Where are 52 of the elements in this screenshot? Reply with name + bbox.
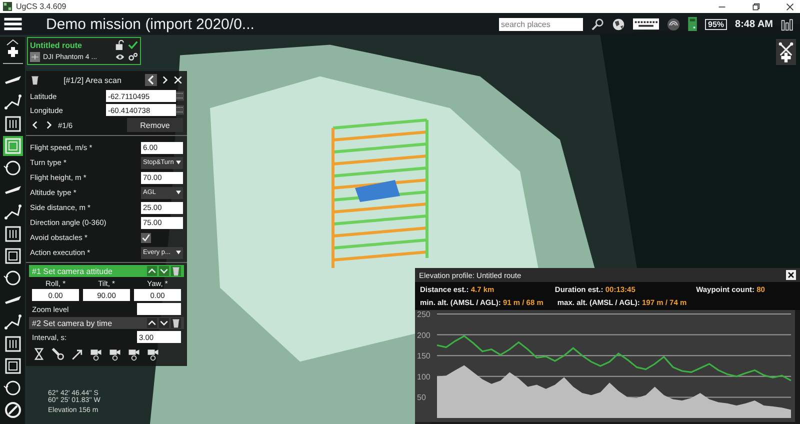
action-header[interactable]: #2 Set camera by time — [29, 317, 184, 329]
close-icon[interactable] — [786, 270, 796, 280]
remove-button[interactable]: Remove — [127, 118, 183, 132]
keyboard-icon[interactable] — [633, 18, 659, 30]
move-up-icon[interactable] — [147, 318, 157, 328]
arrow-up-right-icon[interactable] — [70, 347, 84, 361]
path-icon[interactable] — [2, 312, 22, 332]
search-field[interactable]: search places — [499, 18, 583, 30]
battery-indicator: 95% — [705, 18, 728, 30]
gears-icon[interactable] — [128, 52, 138, 62]
close-icon[interactable] — [786, 2, 794, 10]
chevron-left-icon[interactable] — [145, 74, 157, 86]
hourglass-icon[interactable] — [32, 347, 46, 361]
eye-icon[interactable] — [115, 52, 125, 62]
param-field[interactable] — [137, 303, 181, 315]
chevron-right-icon[interactable] — [160, 75, 170, 85]
circle-icon[interactable] — [2, 158, 22, 178]
unit-toggle-icon[interactable] — [176, 104, 184, 116]
area-scan-icon[interactable] — [2, 136, 22, 156]
add-drone-icon[interactable] — [776, 39, 796, 65]
caret-icon — [176, 250, 181, 255]
trash-icon[interactable] — [30, 75, 40, 85]
chevron-left-icon[interactable] — [30, 120, 40, 130]
device-icon[interactable] — [688, 17, 697, 31]
route-icon[interactable] — [2, 92, 22, 112]
route-name: Untitled route — [30, 40, 83, 50]
search-icon[interactable] — [591, 18, 604, 30]
window-title: UgCS 3.4.609 — [16, 2, 66, 11]
y-tick-label: 150 — [417, 352, 430, 361]
restore-icon[interactable] — [752, 2, 760, 10]
unit-toggle-icon[interactable] — [176, 90, 184, 102]
caret-icon — [176, 160, 181, 165]
unlock-icon[interactable] — [115, 40, 125, 50]
y-tick-label: 50 — [417, 393, 426, 402]
globe-icon[interactable] — [612, 18, 625, 30]
clock: 8:48 AM — [735, 18, 773, 30]
menu-icon[interactable] — [4, 17, 22, 31]
app-logo-icon — [3, 2, 12, 11]
segment-title: [#1/2] Area scan — [62, 76, 122, 84]
antenna-icon[interactable] — [667, 18, 680, 30]
checkbox[interactable] — [141, 232, 151, 242]
move-down-icon[interactable] — [159, 318, 169, 328]
trash-icon[interactable] — [171, 318, 181, 328]
photo-area-icon[interactable] — [2, 114, 22, 134]
y-tick-label: 250 — [417, 310, 430, 319]
checkmark-icon[interactable] — [128, 40, 138, 50]
y-tick-label: 100 — [417, 372, 430, 382]
caret-icon — [176, 190, 181, 195]
chevron-right-icon[interactable] — [44, 120, 54, 130]
y-tick-label: 200 — [417, 330, 430, 340]
mission-title[interactable]: Demo mission (import 2020/0... — [46, 16, 254, 32]
signal-bars-icon[interactable] — [781, 18, 794, 30]
